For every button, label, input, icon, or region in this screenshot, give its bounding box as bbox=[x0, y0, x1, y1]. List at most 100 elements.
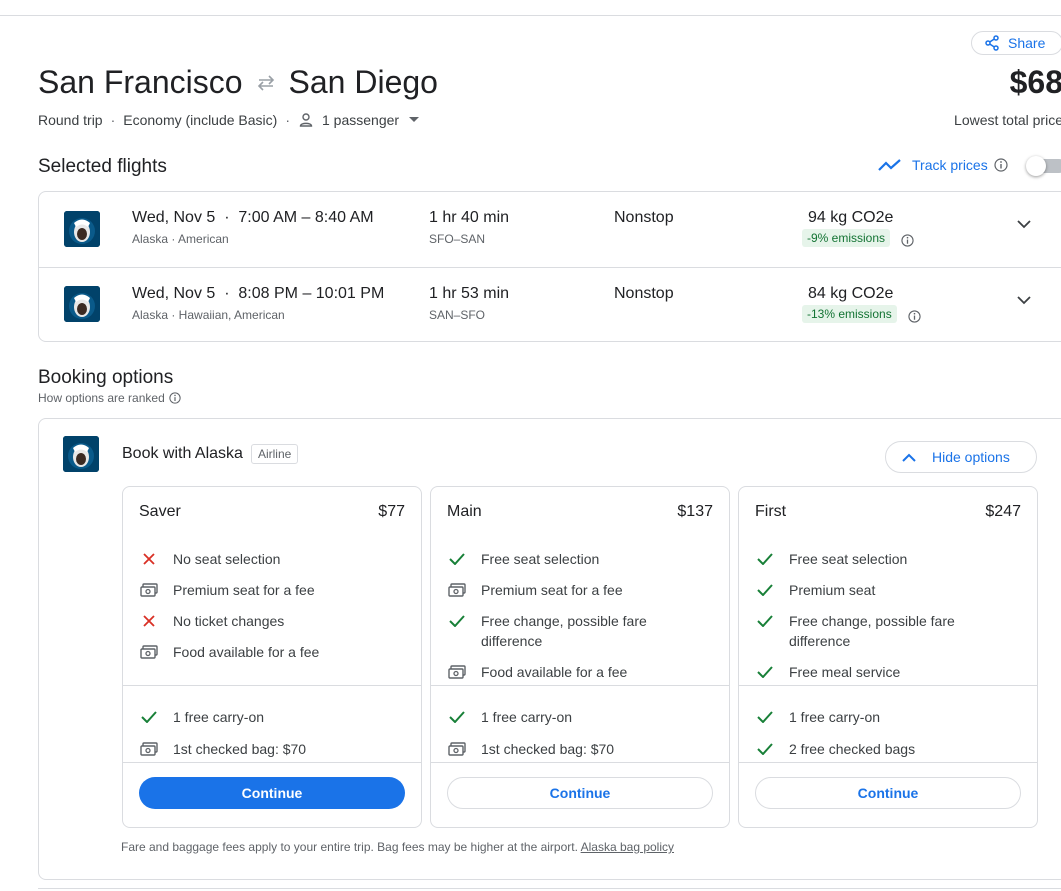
fee-icon bbox=[447, 662, 467, 682]
fare-feature: Free change, possible fare difference bbox=[755, 611, 1009, 651]
share-label: Share bbox=[1008, 35, 1046, 51]
x-icon bbox=[139, 611, 159, 631]
fare-feature: 2 free checked bags bbox=[755, 739, 1009, 759]
fare-feature-text: 1 free carry-on bbox=[173, 709, 265, 725]
alaska-airlines-logo bbox=[64, 211, 100, 247]
fare-feature: Premium seat for a fee bbox=[139, 580, 393, 600]
how-options-ranked[interactable]: How options are ranked bbox=[38, 391, 181, 405]
fare-feature-text: No seat selection bbox=[173, 551, 281, 567]
fare-feature: No seat selection bbox=[139, 549, 393, 569]
alaska-airlines-logo bbox=[64, 286, 100, 322]
fee-icon bbox=[447, 580, 467, 600]
check-icon bbox=[755, 739, 775, 759]
selected-flights-heading: Selected flights bbox=[38, 156, 167, 177]
fare-feature-text: Free seat selection bbox=[789, 551, 908, 567]
flight-stops: Nonstop bbox=[614, 209, 674, 226]
fare-price: $247 bbox=[985, 503, 1021, 520]
caret-down-icon[interactable] bbox=[409, 117, 420, 123]
emissions-badge: -9% emissions bbox=[802, 229, 891, 247]
alaska-airlines-logo bbox=[63, 436, 99, 472]
card-divider bbox=[431, 685, 729, 686]
bag-policy-link[interactable]: Alaska bag policy bbox=[581, 840, 674, 854]
hide-options-label: Hide options bbox=[932, 449, 1010, 465]
airline-badge: Airline bbox=[250, 444, 299, 464]
flight-co2: 94 kg CO2e bbox=[808, 209, 894, 226]
share-icon bbox=[985, 35, 999, 51]
fare-feature: Free seat selection bbox=[755, 549, 1009, 569]
check-icon bbox=[755, 707, 775, 727]
x-icon bbox=[139, 549, 159, 569]
selected-flights-list: Wed, Nov 5 · 7:00 AM – 8:40 AM Alaska · … bbox=[38, 191, 1061, 342]
card-divider bbox=[739, 685, 1037, 686]
flight-duration: 1 hr 53 min bbox=[429, 285, 510, 302]
fare-feature-text: Free change, possible fare difference bbox=[481, 613, 647, 649]
fare-feature-text: 1st checked bag: $70 bbox=[481, 741, 615, 757]
info-icon[interactable] bbox=[908, 310, 921, 323]
flight-airlines: Alaska · American bbox=[132, 232, 229, 246]
fare-feature: 1 free carry-on bbox=[755, 707, 1009, 727]
flight-row[interactable]: Wed, Nov 5 · 7:00 AM – 8:40 AM Alaska · … bbox=[39, 192, 1061, 267]
check-icon bbox=[447, 549, 467, 569]
flight-duration: 1 hr 40 min bbox=[429, 209, 510, 226]
book-with-label: Book with Alaska bbox=[122, 445, 243, 462]
info-icon[interactable] bbox=[994, 158, 1018, 172]
track-prices-toggle[interactable] bbox=[1026, 156, 1061, 176]
check-icon bbox=[755, 611, 775, 631]
trip-summary: Round trip · Economy (include Basic) · 1… bbox=[38, 112, 420, 128]
fare-feature: Premium seat bbox=[755, 580, 1009, 600]
trending-icon bbox=[878, 159, 901, 171]
fee-icon bbox=[447, 739, 467, 759]
lowest-price: $68 bbox=[1009, 64, 1061, 100]
fare-feature: 1st checked bag: $70 bbox=[139, 739, 393, 759]
lowest-price-caption: Lowest total price bbox=[954, 112, 1061, 128]
fare-feature: Premium seat for a fee bbox=[447, 580, 701, 600]
flight-time: Wed, Nov 5 · 7:00 AM – 8:40 AM bbox=[132, 209, 374, 226]
check-icon bbox=[139, 707, 159, 727]
trip-type: Round trip bbox=[38, 112, 103, 128]
continue-button[interactable]: Continue bbox=[447, 777, 713, 809]
bottom-divider bbox=[38, 888, 1061, 889]
toggle-knob bbox=[1026, 156, 1046, 176]
fare-price: $77 bbox=[378, 503, 405, 520]
fare-feature: 1 free carry-on bbox=[139, 707, 393, 727]
card-divider bbox=[431, 762, 729, 763]
booking-options-heading: Booking options bbox=[38, 367, 174, 388]
fare-name: Saver bbox=[139, 503, 181, 520]
chevron-down-icon[interactable] bbox=[1017, 296, 1031, 305]
passenger-count[interactable]: 1 passenger bbox=[322, 112, 399, 128]
fare-feature-text: Food available for a fee bbox=[173, 644, 320, 660]
fare-feature: Food available for a fee bbox=[447, 662, 701, 682]
continue-button[interactable]: Continue bbox=[755, 777, 1021, 809]
emissions-badge: -13% emissions bbox=[802, 305, 897, 323]
continue-button[interactable]: Continue bbox=[139, 777, 405, 809]
fare-feature-text: Free change, possible fare difference bbox=[789, 613, 955, 649]
share-button[interactable]: Share bbox=[971, 31, 1061, 55]
card-divider bbox=[739, 762, 1037, 763]
fees-footnote: Fare and baggage fees apply to your enti… bbox=[121, 840, 674, 854]
chevron-down-icon[interactable] bbox=[1017, 220, 1031, 229]
fare-feature: No ticket changes bbox=[139, 611, 393, 631]
flight-route: SFO–SAN bbox=[429, 232, 486, 246]
person-icon bbox=[298, 112, 314, 128]
track-prices[interactable]: Track prices bbox=[878, 157, 1018, 173]
fee-icon bbox=[139, 642, 159, 662]
fare-name: Main bbox=[447, 503, 482, 520]
fare-price: $137 bbox=[677, 503, 713, 520]
card-divider bbox=[123, 685, 421, 686]
how-options-ranked-label: How options are ranked bbox=[38, 391, 165, 405]
fare-feature: 1st checked bag: $70 bbox=[447, 739, 701, 759]
fee-icon bbox=[139, 580, 159, 600]
fare-feature-text: 1st checked bag: $70 bbox=[173, 741, 307, 757]
fare-feature-text: No ticket changes bbox=[173, 613, 285, 629]
separator-dot: · bbox=[110, 112, 116, 128]
flight-stops: Nonstop bbox=[614, 285, 674, 302]
top-divider bbox=[0, 15, 1061, 16]
fare-name: First bbox=[755, 503, 787, 520]
fare-feature: 1 free carry-on bbox=[447, 707, 701, 727]
hide-options-button[interactable]: Hide options bbox=[885, 441, 1037, 473]
flight-row[interactable]: Wed, Nov 5 · 8:08 PM – 10:01 PM Alaska ·… bbox=[39, 267, 1061, 342]
info-icon[interactable] bbox=[901, 234, 914, 247]
check-icon bbox=[755, 662, 775, 682]
info-icon[interactable] bbox=[169, 392, 181, 404]
fare-feature-text: 1 free carry-on bbox=[481, 709, 573, 725]
